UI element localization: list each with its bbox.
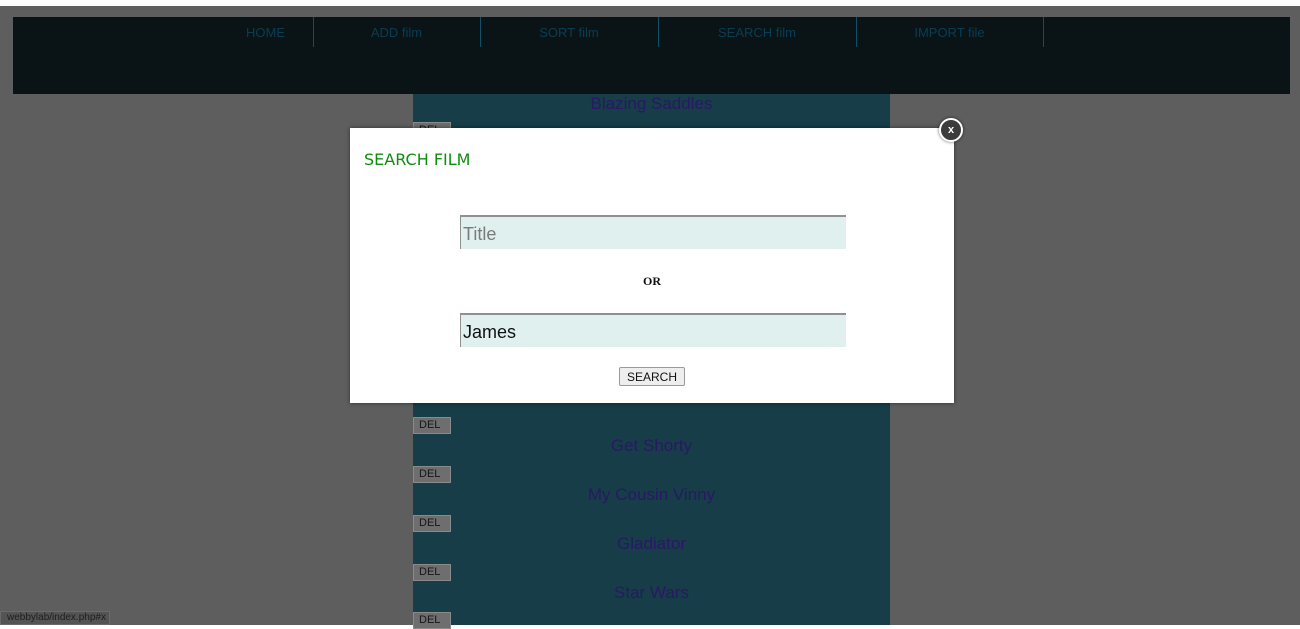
search-film-modal: SEARCH FILM OR SEARCH [350,128,954,403]
film-title[interactable]: Star Wars [413,583,890,603]
search-button[interactable]: SEARCH [619,367,685,386]
film-title[interactable]: My Cousin Vinny [413,485,890,505]
film-title[interactable]: Get Shorty [413,436,890,456]
delete-button[interactable]: DEL [413,466,451,483]
title-search-input[interactable] [460,215,846,249]
delete-button[interactable]: DEL [413,612,451,629]
nav-import-file[interactable]: IMPORT file [856,17,1044,47]
film-title[interactable]: Blazing Saddles [413,94,890,114]
delete-button[interactable]: DEL [413,417,451,434]
status-bar-url: webbylab/index.php#x [0,611,110,625]
nav-search-film[interactable]: SEARCH film [658,17,857,47]
delete-button[interactable]: DEL [413,515,451,532]
delete-button[interactable]: DEL [413,564,451,581]
top-nav: HOME ADD film SORT film SEARCH film IMPO… [13,17,1290,94]
modal-title: SEARCH FILM [364,150,471,169]
film-title[interactable]: Gladiator [413,534,890,554]
or-separator: OR [643,274,661,288]
nav-sort-film[interactable]: SORT film [480,17,659,47]
nav-add-film[interactable]: ADD film [313,17,481,47]
close-icon[interactable]: x [939,118,963,142]
star-search-input[interactable] [460,313,846,347]
nav-home[interactable]: HOME [218,17,314,47]
